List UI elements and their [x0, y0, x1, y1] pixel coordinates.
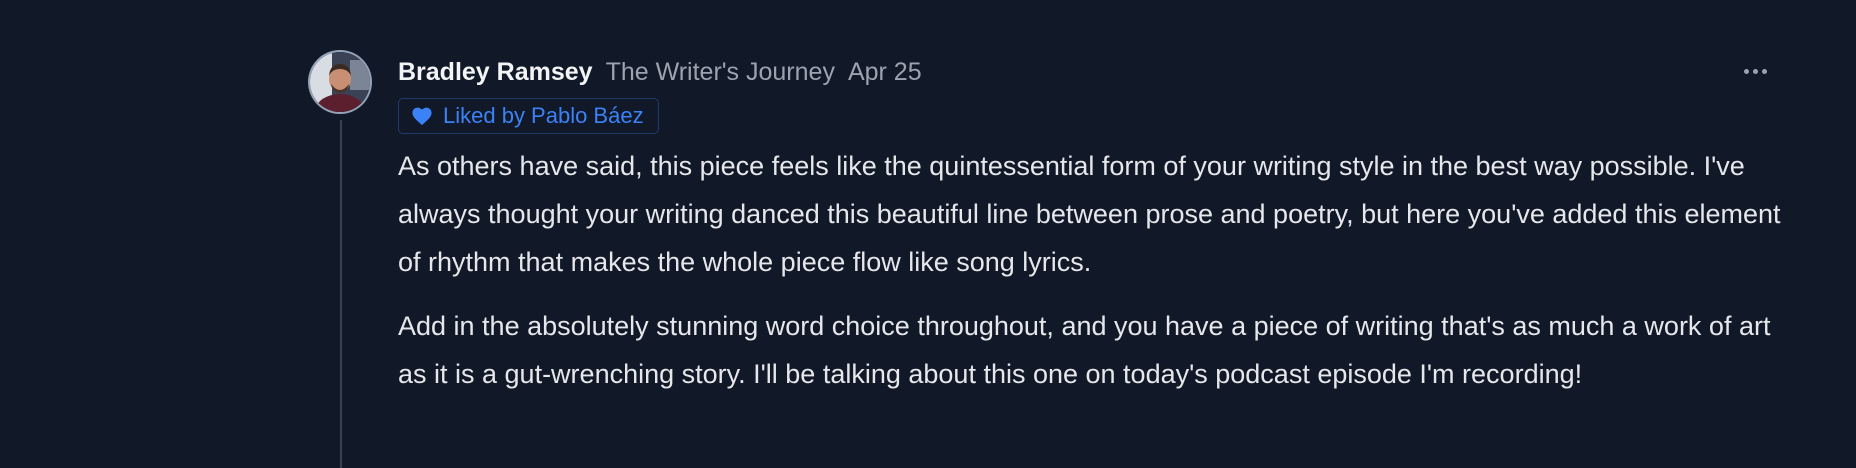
liked-by-badge[interactable]: Liked by Pablo Báez [398, 98, 659, 134]
more-horizontal-icon [1743, 68, 1767, 74]
avatar-image [310, 52, 370, 112]
comment: Bradley Ramsey The Writer's Journey Apr … [308, 50, 1781, 468]
comment-paragraph: As others have said, this piece feels li… [398, 151, 1781, 277]
comment-body: Bradley Ramsey The Writer's Journey Apr … [398, 50, 1781, 398]
avatar-column [308, 50, 374, 468]
comment-meta: Bradley Ramsey The Writer's Journey Apr … [398, 50, 1768, 94]
comment-date[interactable]: Apr 25 [848, 58, 922, 87]
heart-icon [412, 107, 432, 126]
thread-line [340, 120, 342, 468]
avatar[interactable] [310, 52, 370, 112]
liked-by-label: Liked by Pablo Báez [443, 103, 644, 128]
comment-paragraph: Add in the absolutely stunning word choi… [398, 311, 1771, 389]
author-name[interactable]: Bradley Ramsey [398, 58, 593, 87]
publication-name[interactable]: The Writer's Journey [606, 58, 835, 87]
more-options-button[interactable] [1740, 58, 1770, 84]
